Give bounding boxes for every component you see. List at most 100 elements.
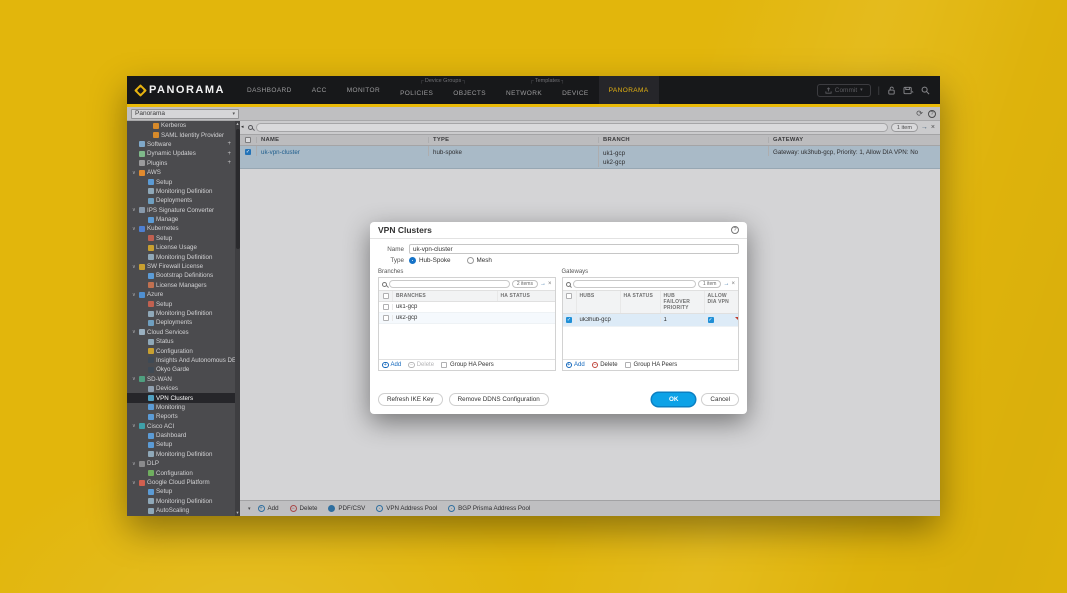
branches-add-button[interactable]: + Add — [382, 362, 401, 369]
branch-row[interactable]: uk2-gcp — [379, 313, 555, 324]
table-row[interactable]: uk-vpn-cluster hub-spoke uk1-gcp uk2-gcp… — [240, 146, 940, 169]
sidebar-item-setup[interactable]: Setup — [127, 177, 235, 186]
sidebar-item-cisco-aci[interactable]: ∨Cisco ACI — [127, 422, 235, 431]
branches-search-input[interactable] — [389, 280, 510, 288]
gateways-group-ha-checkbox[interactable]: Group HA Peers — [625, 362, 678, 368]
nav-objects[interactable]: OBJECTS — [443, 82, 496, 104]
gateways-select-all-checkbox[interactable] — [566, 293, 572, 299]
chevron-down-icon[interactable]: ∨ — [132, 376, 137, 382]
chevron-down-icon[interactable]: ∨ — [132, 292, 137, 298]
sidebar-item-plugins[interactable]: Plugins+ — [127, 159, 235, 168]
chevron-down-icon[interactable]: ∨ — [132, 480, 137, 486]
refresh-icon[interactable]: ⟳ — [916, 110, 923, 118]
allow-dia-vpn-checkbox[interactable] — [708, 317, 714, 323]
delete-button[interactable]: − Delete — [290, 505, 318, 512]
sidebar-item-kerberos[interactable]: Kerberos — [127, 121, 235, 130]
cluster-name-link[interactable]: uk-vpn-cluster — [261, 149, 300, 156]
chevron-down-icon[interactable]: ∨ — [132, 264, 137, 270]
nav-panorama[interactable]: PANORAMA — [599, 76, 659, 104]
sidebar-item-autoscaling[interactable]: AutoScaling — [127, 506, 235, 515]
sidebar-item-license-managers[interactable]: License Managers — [127, 281, 235, 290]
sidebar-item-software[interactable]: Software+ — [127, 140, 235, 149]
sidebar-item-dlp[interactable]: ∨DLP — [127, 459, 235, 468]
vpn-address-pool-button[interactable]: · VPN Address Pool — [376, 505, 437, 512]
nav-policies[interactable]: POLICIES — [390, 82, 443, 104]
refresh-ike-key-button[interactable]: Refresh IKE Key — [378, 393, 443, 406]
bgp-prisma-address-pool-button[interactable]: · BGP Prisma Address Pool — [448, 505, 530, 512]
expand-plus-icon[interactable]: + — [227, 160, 231, 166]
sidebar-item-aws[interactable]: ∨AWS — [127, 168, 235, 177]
clear-filter-icon[interactable]: × — [931, 124, 935, 131]
export-arrow-icon[interactable]: → — [540, 281, 546, 287]
row-checkbox[interactable] — [383, 304, 389, 310]
ok-button[interactable]: OK — [652, 393, 695, 406]
col-header-allow-dia-vpn[interactable]: ALLOW DIA VPN — [704, 291, 739, 313]
export-arrow-icon[interactable]: → — [921, 124, 928, 131]
sidebar-item-setup[interactable]: Setup — [127, 234, 235, 243]
sidebar-item-configuration[interactable]: Configuration — [127, 346, 235, 355]
chevron-down-icon[interactable]: ∨ — [132, 207, 137, 213]
name-field[interactable] — [409, 244, 739, 254]
sidebar-item-status[interactable]: Status — [127, 337, 235, 346]
chevron-down-icon[interactable]: ∨ — [132, 226, 137, 232]
expand-plus-icon[interactable]: + — [227, 151, 231, 157]
scrollbar-thumb[interactable] — [236, 129, 240, 249]
chevron-down-icon[interactable]: ∨ — [132, 170, 137, 176]
sidebar-item-monitoring-definition[interactable]: Monitoring Definition — [127, 450, 235, 459]
save-config-icon[interactable] — [903, 86, 914, 95]
branch-row[interactable]: uk1-gcp — [379, 302, 555, 313]
sidebar-item-monitoring-definition[interactable]: Monitoring Definition — [127, 252, 235, 261]
sidebar-item-saml-identity-provider[interactable]: SAML Identity Provider — [127, 130, 235, 139]
radio-mesh[interactable]: Mesh — [467, 257, 492, 264]
sidebar-item-azure[interactable]: ∨Azure — [127, 290, 235, 299]
search-icon[interactable] — [921, 86, 930, 95]
sidebar-item-sd-wan[interactable]: ∨SD-WAN — [127, 375, 235, 384]
col-header-ha-status[interactable]: HA STATUS — [620, 291, 660, 313]
export-arrow-icon[interactable]: → — [723, 281, 729, 287]
table-search-input[interactable] — [256, 123, 888, 132]
nav-dashboard[interactable]: DASHBOARD — [237, 76, 302, 104]
col-header-gateway[interactable]: GATEWAY — [768, 137, 940, 143]
col-header-branches[interactable]: BRANCHES — [392, 291, 497, 301]
sidebar-item-google-cloud-platform[interactable]: ∨Google Cloud Platform — [127, 478, 235, 487]
sidebar-item-deployments[interactable]: Deployments — [127, 196, 235, 205]
col-header-branch[interactable]: BRANCH — [598, 137, 768, 143]
col-header-name[interactable]: NAME — [256, 137, 428, 143]
sidebar-item-setup[interactable]: Setup — [127, 299, 235, 308]
chevron-down-icon[interactable]: ∨ — [132, 461, 137, 467]
branches-select-all-checkbox[interactable] — [383, 293, 389, 299]
gateways-add-button[interactable]: + Add — [566, 362, 585, 369]
dialog-help-icon[interactable]: ? — [731, 226, 739, 234]
col-header-hub-failover-priority[interactable]: HUB FAILOVER PRIORITY — [660, 291, 704, 313]
nav-network[interactable]: NETWORK — [496, 82, 552, 104]
sidebar-item-sw-firewall-license[interactable]: ∨SW Firewall License — [127, 262, 235, 271]
help-icon[interactable]: ? — [928, 110, 936, 118]
clear-filter-icon[interactable]: × — [731, 281, 735, 287]
col-header-hubs[interactable]: HUBS — [576, 291, 620, 313]
sidebar-collapse-icon[interactable]: ◂ — [241, 124, 244, 130]
radio-hub-spoke[interactable]: Hub-Spoke — [409, 257, 451, 264]
gateways-search-input[interactable] — [573, 280, 696, 288]
sidebar-item-setup[interactable]: Setup — [127, 440, 235, 449]
sidebar-item-kubernetes[interactable]: ∨Kubernetes — [127, 224, 235, 233]
sidebar-item-monitoring[interactable]: Monitoring — [127, 403, 235, 412]
nav-device[interactable]: DEVICE — [552, 82, 599, 104]
gateways-delete-button[interactable]: − Delete — [592, 362, 618, 369]
footer-expand-icon[interactable]: ▾ — [248, 506, 251, 512]
sidebar-item-license-usage[interactable]: License Usage — [127, 243, 235, 252]
remove-ddns-configuration-button[interactable]: Remove DDNS Configuration — [449, 393, 549, 406]
sidebar-item-reports[interactable]: Reports — [127, 412, 235, 421]
sidebar-item-vpn-clusters[interactable]: VPN Clusters — [127, 393, 235, 402]
sidebar-item-cloud-services[interactable]: ∨Cloud Services — [127, 328, 235, 337]
sidebar-item-monitoring-definition[interactable]: Monitoring Definition — [127, 309, 235, 318]
commit-button[interactable]: Commit ▾ — [817, 84, 871, 97]
sidebar-item-monitoring-definition[interactable]: Monitoring Definition — [127, 187, 235, 196]
select-all-checkbox[interactable] — [245, 137, 251, 143]
sidebar-item-dynamic-updates[interactable]: Dynamic Updates+ — [127, 149, 235, 158]
sidebar-item-setup[interactable]: Setup — [127, 487, 235, 496]
branches-group-ha-checkbox[interactable]: Group HA Peers — [441, 362, 494, 368]
context-selector[interactable]: Panorama ▾ — [131, 109, 239, 119]
row-checkbox[interactable] — [566, 317, 572, 323]
sidebar-item-monitoring-definition[interactable]: Monitoring Definition — [127, 497, 235, 506]
cancel-button[interactable]: Cancel — [701, 393, 739, 406]
